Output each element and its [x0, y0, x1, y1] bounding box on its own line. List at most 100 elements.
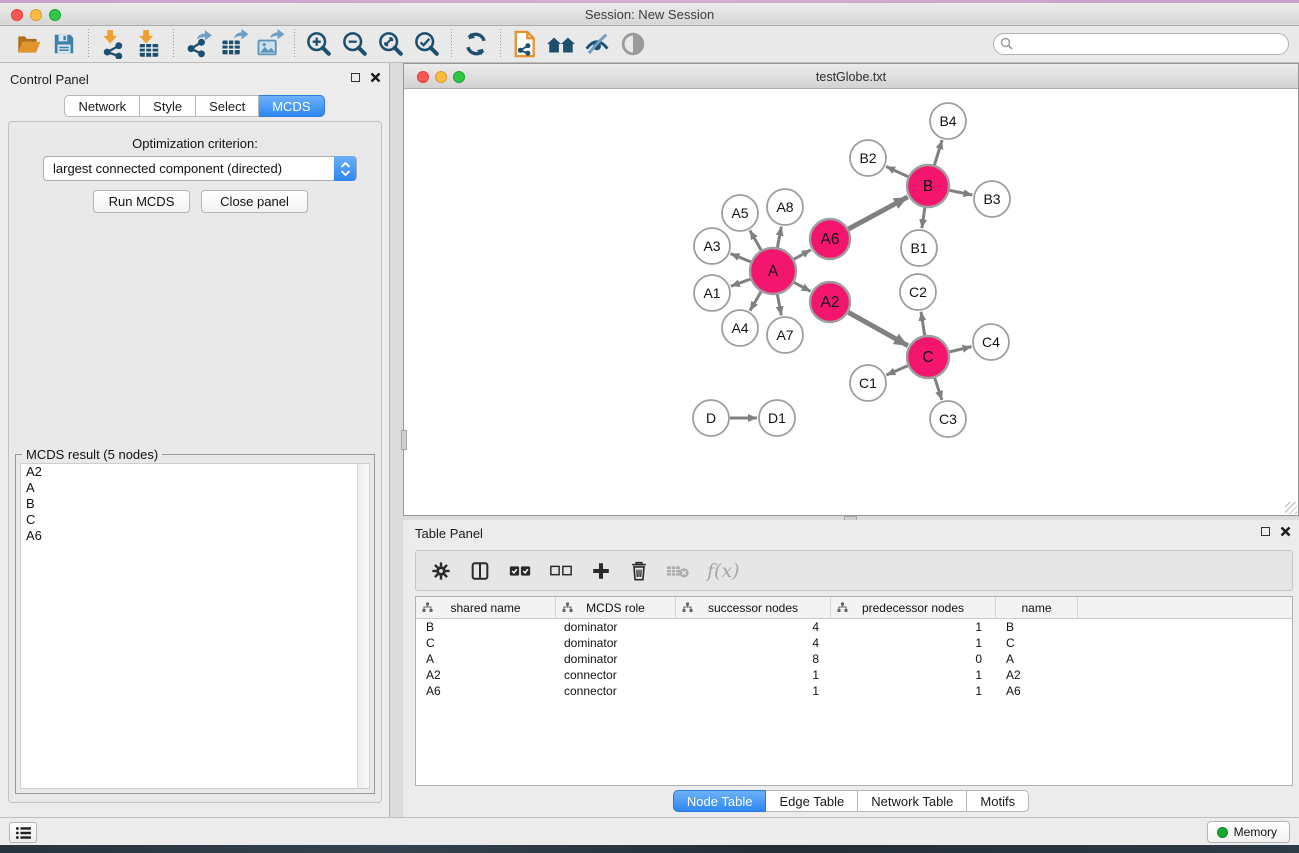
graph-node-C4[interactable]: C4 — [973, 324, 1009, 360]
tab-motifs[interactable]: Motifs — [967, 790, 1029, 812]
tab-node-table[interactable]: Node Table — [673, 790, 767, 812]
graph-edge-C-C2 — [921, 312, 925, 335]
toolbar-separator — [88, 29, 89, 59]
zoom-fit-button[interactable] — [373, 28, 409, 60]
graph-nodes: A A6 A2 B C A5A8 A3 A1A4 A7 B2 B4 B3 B1 C2 C4 C1 C3 D D1 — [693, 103, 1010, 437]
search-input[interactable] — [993, 33, 1289, 55]
svg-text:A4: A4 — [731, 320, 748, 336]
window-title: Session: New Session — [0, 7, 1299, 22]
close-table-panel-icon[interactable] — [1280, 526, 1291, 537]
table-row[interactable]: Adominator80A — [416, 651, 1292, 667]
import-table-button[interactable] — [131, 28, 167, 60]
tab-select[interactable]: Select — [196, 95, 259, 117]
graph-node-A1[interactable]: A1 — [694, 275, 730, 311]
graph-node-B3[interactable]: B3 — [974, 181, 1010, 217]
resize-grip[interactable] — [1285, 502, 1297, 514]
graph-node-A7[interactable]: A7 — [767, 317, 803, 353]
graph-node-B[interactable]: B — [907, 165, 949, 207]
zoom-in-button[interactable] — [301, 28, 337, 60]
memory-button[interactable]: Memory — [1207, 821, 1290, 843]
close-panel-button[interactable]: Close panel — [201, 190, 308, 213]
tab-network-table[interactable]: Network Table — [858, 790, 967, 812]
table-cell: 8 — [676, 651, 831, 667]
graph-node-A8[interactable]: A8 — [767, 189, 803, 225]
graph-node-A6[interactable]: A6 — [810, 219, 850, 259]
network-file-icon — [510, 29, 540, 59]
table-row[interactable]: A2connector11A2 — [416, 667, 1292, 683]
open-folder-icon — [14, 31, 42, 57]
unselect-all-columns-icon[interactable] — [549, 562, 573, 580]
table-cell: dominator — [556, 635, 676, 651]
tab-mcds[interactable]: MCDS — [259, 95, 324, 117]
status-bar: Memory — [0, 817, 1299, 845]
open-session-button[interactable] — [10, 28, 46, 60]
list-scrollbar[interactable] — [357, 464, 369, 788]
tab-edge-table[interactable]: Edge Table — [766, 790, 858, 812]
column-header-predecessor-nodes[interactable]: predecessor nodes — [831, 597, 996, 619]
column-header-name[interactable]: name — [996, 597, 1078, 619]
graph-node-B1[interactable]: B1 — [901, 230, 937, 266]
svg-text:D: D — [706, 410, 716, 426]
mcds-result-box: MCDS result (5 nodes) A2ABCA6 — [15, 454, 375, 794]
graph-edge-A-A5 — [750, 230, 761, 250]
column-header-successor-nodes[interactable]: successor nodes — [676, 597, 831, 619]
graph-node-C[interactable]: C — [907, 336, 949, 378]
graph-node-B2[interactable]: B2 — [850, 140, 886, 176]
mcds-result-item[interactable]: A2 — [21, 464, 369, 480]
export-table-button[interactable] — [216, 28, 252, 60]
column-header-shared-name[interactable]: shared name — [416, 597, 556, 619]
mcds-result-title: MCDS result (5 nodes) — [22, 447, 162, 462]
select-all-columns-icon[interactable] — [508, 562, 532, 580]
graph-node-A[interactable]: A — [750, 248, 796, 294]
column-header-MCDS-role[interactable]: MCDS role — [556, 597, 676, 619]
graph-node-D1[interactable]: D1 — [759, 400, 795, 436]
zoom-selected-button[interactable] — [409, 28, 445, 60]
export-image-button[interactable] — [252, 28, 288, 60]
zoom-selected-icon — [412, 29, 442, 59]
svg-text:C2: C2 — [909, 284, 927, 300]
mcds-result-item[interactable]: A6 — [21, 528, 369, 544]
graph-node-C1[interactable]: C1 — [850, 365, 886, 401]
graph-node-A2[interactable]: A2 — [810, 282, 850, 322]
graph-node-A3[interactable]: A3 — [694, 228, 730, 264]
graph-node-C2[interactable]: C2 — [900, 274, 936, 310]
mcds-result-item[interactable]: C — [21, 512, 369, 528]
graph-node-A5[interactable]: A5 — [722, 195, 758, 231]
network-canvas[interactable]: A A6 A2 B C A5A8 A3 A1A4 A7 B2 B4 B3 B1 C2 C4 C1 C3 D D1 — [404, 89, 1298, 515]
delete-column-trash-icon[interactable] — [629, 560, 649, 582]
criterion-dropdown[interactable]: largest connected component (directed) — [43, 156, 357, 181]
mcds-result-list[interactable]: A2ABCA6 — [20, 463, 370, 789]
visual-properties-button[interactable] — [579, 28, 615, 60]
preview-eye-button[interactable] — [615, 28, 651, 60]
vertical-splitter-handle[interactable] — [401, 430, 407, 450]
home-button[interactable] — [543, 28, 579, 60]
show-columns-icon[interactable] — [469, 560, 491, 582]
create-column-plus-icon[interactable] — [590, 560, 612, 582]
save-session-button[interactable] — [46, 28, 82, 60]
export-network-button[interactable] — [180, 28, 216, 60]
graph-node-B4[interactable]: B4 — [930, 103, 966, 139]
svg-text:B1: B1 — [910, 240, 927, 256]
refresh-button[interactable] — [458, 28, 494, 60]
graph-node-A4[interactable]: A4 — [722, 310, 758, 346]
mcds-result-item[interactable]: B — [21, 496, 369, 512]
mcds-result-item[interactable]: A — [21, 480, 369, 496]
node-table[interactable]: shared nameMCDS rolesuccessor nodesprede… — [415, 596, 1293, 786]
table-settings-gear-icon[interactable] — [430, 560, 452, 582]
table-row[interactable]: A6connector11A6 — [416, 683, 1292, 699]
float-table-panel-icon[interactable] — [1261, 527, 1270, 536]
run-mcds-button[interactable]: Run MCDS — [93, 190, 190, 213]
table-row[interactable]: Bdominator41B — [416, 619, 1292, 635]
zoom-out-button[interactable] — [337, 28, 373, 60]
tab-network[interactable]: Network — [64, 95, 140, 117]
table-row[interactable]: Cdominator41C — [416, 635, 1292, 651]
network-from-file-button[interactable] — [507, 28, 543, 60]
tab-style[interactable]: Style — [140, 95, 196, 117]
graph-node-C3[interactable]: C3 — [930, 401, 966, 437]
float-panel-icon[interactable] — [351, 73, 360, 82]
close-panel-icon[interactable] — [370, 72, 381, 83]
graph-node-D[interactable]: D — [693, 400, 729, 436]
svg-text:C3: C3 — [939, 411, 957, 427]
show-panels-list-button[interactable] — [9, 822, 37, 843]
import-network-button[interactable] — [95, 28, 131, 60]
